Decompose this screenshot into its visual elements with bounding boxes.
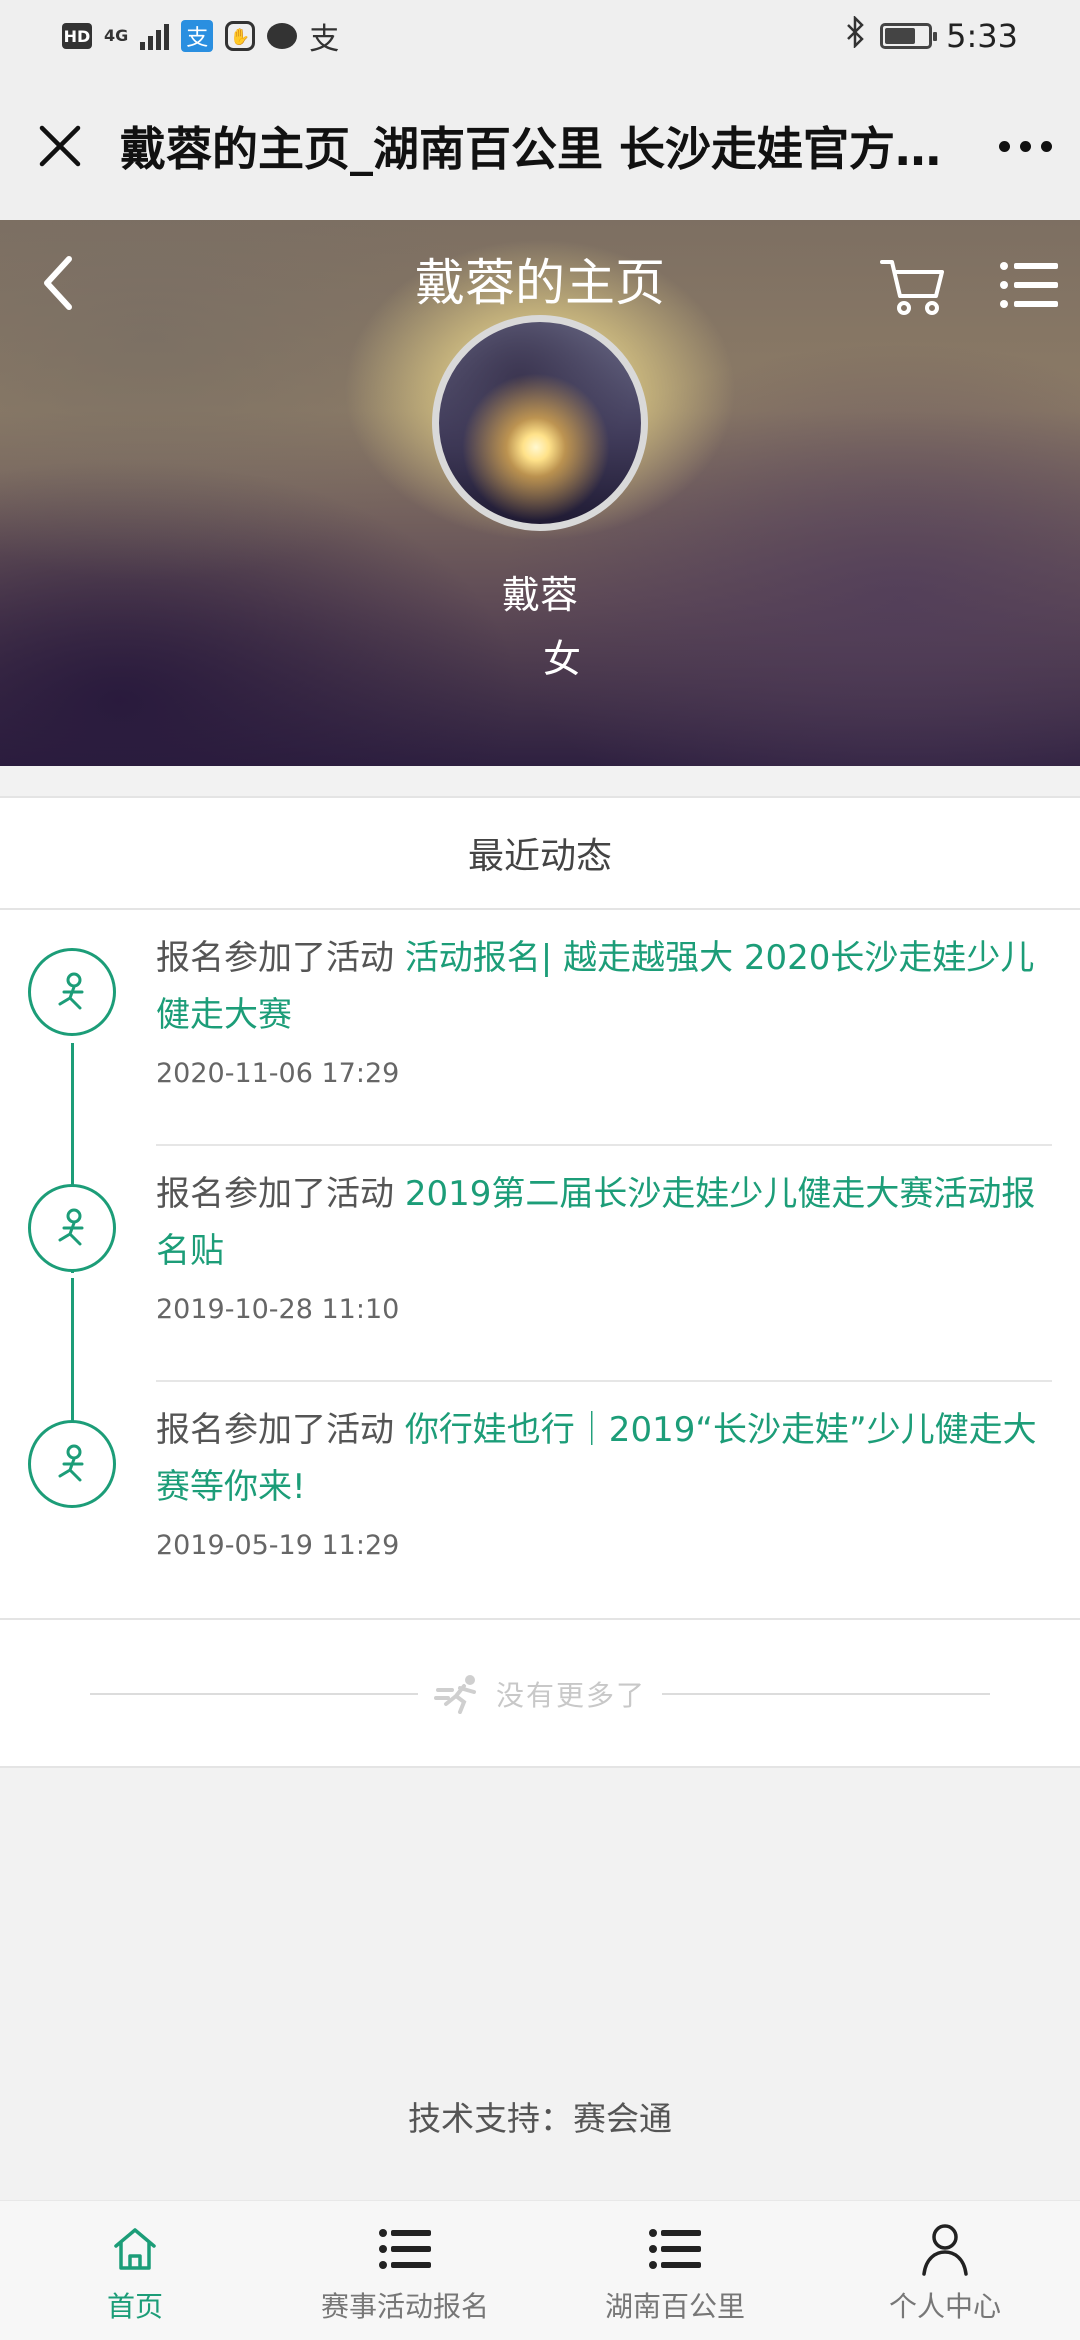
divider: [156, 1144, 1052, 1146]
divider: [662, 1693, 990, 1695]
tab-home[interactable]: 首页: [0, 2201, 270, 2340]
battery-icon: [880, 23, 938, 49]
signal-icon: [140, 22, 170, 50]
list-icon: [645, 2219, 705, 2279]
cart-button[interactable]: [878, 250, 948, 320]
tab-hunan-100km[interactable]: 湖南百公里: [540, 2201, 810, 2340]
alipay-icon: 支: [181, 20, 214, 52]
tab-personal-center[interactable]: 个人中心: [810, 2201, 1080, 2340]
zhi-icon: 支: [309, 22, 340, 57]
recent-activity-card: 最近动态 报名参加了活动 活动报名| 越走越强大 2020长沙走娃少儿健走大赛 …: [0, 796, 1080, 1768]
close-button[interactable]: [0, 72, 120, 220]
browser-title-bar: 戴蓉的主页_湖南百公里 长沙走娃官方网站: [0, 72, 1080, 220]
activity-time: 2019-05-19 11:29: [156, 1530, 400, 1561]
avatar[interactable]: [432, 315, 648, 531]
activity-time: 2019-10-28 11:10: [156, 1294, 400, 1325]
person-walk-icon: [28, 1184, 116, 1272]
divider: [89, 1693, 418, 1695]
person-icon: [915, 2219, 975, 2279]
profile-header: 戴蓉的主页 戴蓉 女: [0, 220, 1080, 766]
more-dots-icon: [998, 140, 1010, 152]
list-icon: [375, 2219, 435, 2279]
status-time: 5:33: [946, 17, 1018, 55]
page-title: 戴蓉的主页_湖南百公里 长沙走娃官方网站: [120, 122, 970, 176]
bluetooth-icon: [844, 14, 866, 56]
hd-icon: HD: [62, 23, 92, 49]
recent-activity-header: 最近动态: [0, 798, 1080, 910]
status-bar: HD 4G 支 ✋ 支 5:33: [0, 0, 1080, 72]
runner-icon: [433, 1675, 476, 1714]
person-walk-icon: [28, 1420, 116, 1508]
menu-icon: [1000, 262, 1058, 308]
bottom-tab-bar: 首页 赛事活动报名 湖南百公里 个人中心: [0, 2200, 1080, 2340]
tab-label: 个人中心: [888, 2290, 1001, 2323]
tab-event-registration[interactable]: 赛事活动报名: [270, 2201, 540, 2340]
activity-prefix: 报名参加了活动: [156, 1410, 405, 1450]
no-more-text: 没有更多了: [495, 1679, 646, 1712]
cart-icon: [880, 260, 944, 315]
activity-prefix: 报名参加了活动: [156, 1174, 405, 1214]
divider: [156, 1380, 1052, 1382]
status-right: 5:33: [844, 14, 1018, 56]
home-icon: [105, 2219, 165, 2279]
close-icon: [39, 125, 81, 167]
more-button[interactable]: [970, 72, 1080, 220]
tab-label: 首页: [106, 2290, 163, 2323]
tab-label: 湖南百公里: [604, 2290, 745, 2323]
user-name: 戴蓉: [501, 573, 578, 617]
hexagon-app-icon: ✋: [225, 21, 256, 51]
4g-icon: 4G: [104, 26, 129, 45]
no-more-indicator: 没有更多了: [0, 1618, 1080, 1768]
status-icons: HD 4G 支 ✋ 支: [62, 14, 339, 58]
user-gender: 女: [542, 637, 581, 681]
person-walk-icon: [28, 948, 116, 1036]
tab-label: 赛事活动报名: [320, 2290, 489, 2323]
activity-time: 2020-11-06 17:29: [156, 1058, 400, 1089]
chat-icon: [267, 23, 298, 49]
tech-support-text: 技术支持：赛会通: [408, 2099, 672, 2138]
menu-button[interactable]: [996, 252, 1062, 318]
activity-prefix: 报名参加了活动: [156, 938, 405, 978]
